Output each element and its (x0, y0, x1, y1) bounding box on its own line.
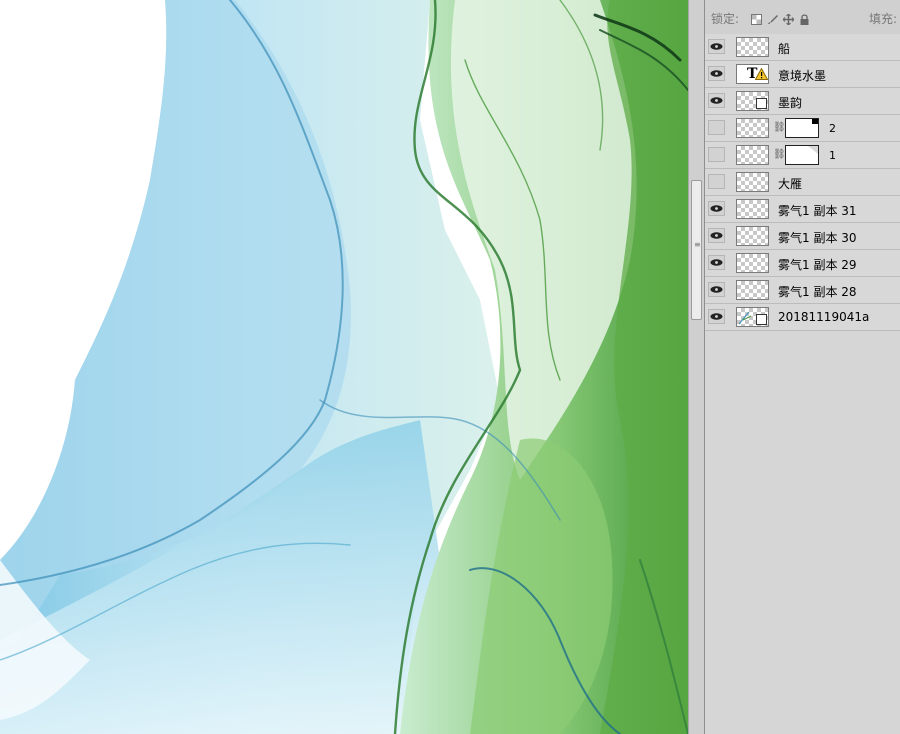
layer-name: 20181119041a (778, 310, 870, 324)
lock-transparent-icon[interactable] (751, 10, 762, 25)
layer-thumbnail (736, 226, 769, 246)
eye-icon (710, 313, 723, 320)
lock-position-icon[interactable] (782, 10, 795, 26)
layer-mask-thumbnail[interactable] (785, 118, 819, 138)
layer-thumbnail (736, 280, 769, 300)
layer-row[interactable]: 雾气1 副本 29 (705, 250, 900, 277)
layer-name: 雾气1 副本 30 (778, 231, 857, 245)
link-chain-icon[interactable]: ⛓ (773, 122, 786, 133)
visibility-toggle[interactable] (708, 201, 725, 216)
layer-row[interactable]: T 意境水墨 (705, 61, 900, 88)
layer-name: 2 (829, 122, 836, 135)
layer-thumbnail (736, 172, 769, 192)
eye-icon (710, 232, 723, 239)
layer-name: 雾气1 副本 29 (778, 258, 857, 272)
layer-thumbnail (736, 91, 769, 111)
layer-thumbnail (736, 199, 769, 219)
smart-object-icon (756, 314, 767, 325)
visibility-toggle[interactable] (708, 93, 725, 108)
document-canvas[interactable] (0, 0, 688, 734)
ink-artwork (0, 0, 688, 734)
layer-name: 墨韵 (778, 96, 803, 110)
layer-thumbnail (736, 118, 769, 138)
layer-name: 意境水墨 (778, 69, 827, 83)
layer-row[interactable]: 雾气1 副本 28 (705, 277, 900, 304)
layer-thumbnail (736, 145, 769, 165)
layer-thumbnail (736, 307, 769, 327)
layer-row[interactable]: 大雁 (705, 169, 900, 196)
lock-bar: 锁定: 填充: (705, 0, 900, 35)
visibility-toggle[interactable] (708, 282, 725, 297)
layer-row[interactable]: 船 (705, 34, 900, 61)
layer-list: 船 T 意境水墨 墨韵 ⛓ 2 ⛓ 1 大雁 雾气1 副本 31 雾气1 副本 … (705, 34, 900, 331)
layer-mask-thumbnail[interactable] (785, 145, 819, 165)
visibility-toggle[interactable] (708, 39, 725, 54)
layer-name: 雾气1 副本 28 (778, 285, 857, 299)
layer-row[interactable]: 墨韵 (705, 88, 900, 115)
eye-icon (710, 70, 723, 77)
canvas-vertical-scrollbar[interactable]: ≡ (688, 0, 704, 734)
visibility-toggle[interactable] (708, 66, 725, 81)
layer-name: 船 (778, 42, 791, 56)
layer-name: 1 (829, 149, 836, 162)
layers-panel: 锁定: 填充: 船 T 意境水墨 墨韵 ⛓ 2 ⛓ 1 大雁 雾气1 副本 31… (704, 0, 900, 734)
link-chain-icon[interactable]: ⛓ (773, 149, 786, 160)
layer-thumbnail (736, 37, 769, 57)
visibility-toggle[interactable] (708, 120, 725, 135)
text-layer-thumbnail: T (736, 64, 769, 84)
layer-thumbnail (736, 253, 769, 273)
lock-paint-icon[interactable] (767, 10, 778, 24)
grip-icon: ≡ (694, 240, 701, 249)
scrollbar-thumb[interactable]: ≡ (691, 180, 702, 320)
layer-name: 雾气1 副本 31 (778, 204, 857, 218)
smart-object-icon (756, 98, 767, 109)
visibility-toggle[interactable] (708, 174, 725, 189)
fill-label: 填充: (869, 12, 898, 26)
layer-row[interactable]: ⛓ 1 (705, 142, 900, 169)
eye-icon (710, 259, 723, 266)
layer-row[interactable]: 雾气1 副本 31 (705, 196, 900, 223)
eye-icon (710, 97, 723, 104)
lock-icons (751, 10, 810, 26)
visibility-toggle[interactable] (708, 228, 725, 243)
eye-icon (710, 205, 723, 212)
eye-icon (710, 286, 723, 293)
layer-row[interactable]: 20181119041a (705, 304, 900, 331)
lock-all-icon[interactable] (799, 10, 810, 25)
visibility-toggle[interactable] (708, 147, 725, 162)
visibility-toggle[interactable] (708, 255, 725, 270)
layer-row[interactable]: ⛓ 2 (705, 115, 900, 142)
eye-icon (710, 43, 723, 50)
layer-row[interactable]: 雾气1 副本 30 (705, 223, 900, 250)
warning-icon (755, 68, 768, 80)
layer-name: 大雁 (778, 177, 803, 191)
visibility-toggle[interactable] (708, 309, 725, 324)
lock-label: 锁定: (711, 12, 740, 26)
